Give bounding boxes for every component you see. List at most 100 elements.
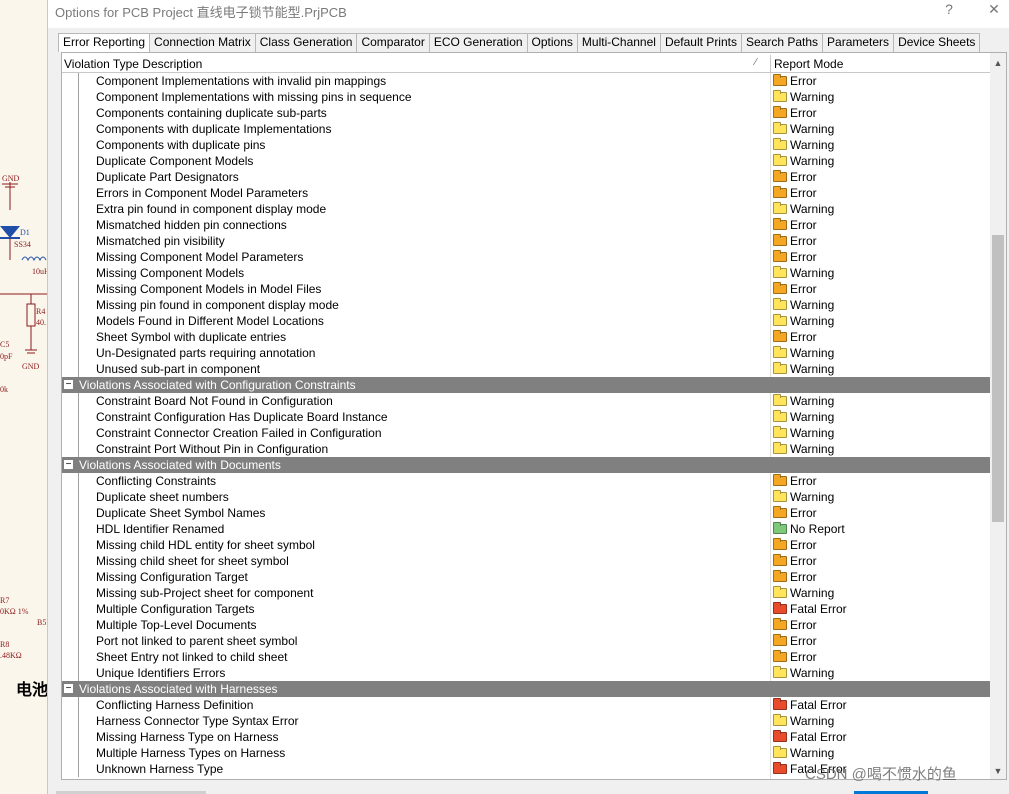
violation-row[interactable]: Harness Connector Type Syntax Error Warni… [62,713,990,729]
scrollbar-thumb[interactable] [992,235,1004,522]
collapse-toggle-icon[interactable]: − [64,380,73,390]
violation-row[interactable]: Un-Designated parts requiring annotation… [62,345,990,361]
violation-row[interactable]: Unused sub-part in component Warning [62,361,990,377]
column-header-mode[interactable]: Report Mode [774,57,843,71]
violation-row[interactable]: Component Implementations with missing p… [62,89,990,105]
report-mode-cell[interactable]: Warning [773,90,834,104]
report-mode-cell[interactable]: Warning [773,202,834,216]
violation-row[interactable]: Mismatched pin visibility Error [62,233,990,249]
violation-row[interactable]: Multiple Harness Types on Harness Warning [62,745,990,761]
violation-row[interactable]: Missing Component Model Parameters Error [62,249,990,265]
report-mode-cell[interactable]: Error [773,506,817,520]
violation-row[interactable]: Missing child sheet for sheet symbol Erro… [62,553,990,569]
tab-default-prints[interactable]: Default Prints [659,33,742,52]
report-mode-cell[interactable]: Error [773,186,817,200]
report-mode-cell[interactable]: Error [773,650,817,664]
violation-row[interactable]: Duplicate Component Models Warning [62,153,990,169]
tab-class-generation[interactable]: Class Generation [254,33,358,52]
report-mode-cell[interactable]: Warning [773,362,834,376]
report-mode-cell[interactable]: Warning [773,298,834,312]
report-mode-cell[interactable]: Error [773,234,817,248]
report-mode-cell[interactable]: Warning [773,138,834,152]
violation-row[interactable]: Unique Identifiers Errors Warning [62,665,990,681]
violation-row[interactable]: Components with duplicate pins Warning [62,137,990,153]
violation-row[interactable]: Constraint Port Without Pin in Configura… [62,441,990,457]
report-mode-cell[interactable]: Warning [773,122,834,136]
report-mode-cell[interactable]: Fatal Error [773,698,847,712]
violation-row[interactable]: Missing Harness Type on Harness Fatal Err… [62,729,990,745]
violation-row[interactable]: Multiple Top-Level Documents Error [62,617,990,633]
group-header-row[interactable]: − Violations Associated with Documents [62,457,990,473]
report-mode-cell[interactable]: Fatal Error [773,602,847,616]
report-mode-cell[interactable]: Error [773,554,817,568]
tab-comparator[interactable]: Comparator [356,33,430,52]
report-mode-cell[interactable]: Error [773,618,817,632]
report-mode-cell[interactable]: Error [773,538,817,552]
violation-row[interactable]: Constraint Board Not Found in Configurat… [62,393,990,409]
tab-multi-channel[interactable]: Multi-Channel [576,33,661,52]
report-mode-cell[interactable]: Warning [773,154,834,168]
violation-row[interactable]: Conflicting Harness Definition Fatal Erro… [62,697,990,713]
report-mode-cell[interactable]: Warning [773,346,834,360]
report-mode-cell[interactable]: Error [773,474,817,488]
violation-row[interactable]: Mismatched hidden pin connections Error [62,217,990,233]
group-header-row[interactable]: − Violations Associated with Harnesses [62,681,990,697]
report-mode-cell[interactable]: Warning [773,714,834,728]
violation-row[interactable]: Conflicting Constraints Error [62,473,990,489]
violation-row[interactable]: Sheet Entry not linked to child sheet Err… [62,649,990,665]
report-mode-cell[interactable]: Fatal Error [773,730,847,744]
violation-row[interactable]: Multiple Configuration Targets Fatal Erro… [62,601,990,617]
report-mode-cell[interactable]: Error [773,634,817,648]
violation-row[interactable]: Constraint Configuration Has Duplicate B… [62,409,990,425]
report-mode-cell[interactable]: Warning [773,442,834,456]
tab-parameters[interactable]: Parameters [822,33,895,52]
report-mode-cell[interactable]: Error [773,570,817,584]
report-mode-cell[interactable]: Warning [773,314,834,328]
report-mode-cell[interactable]: Error [773,250,817,264]
violation-row[interactable]: Components containing duplicate sub-part… [62,105,990,121]
report-mode-cell[interactable]: Error [773,218,817,232]
close-button[interactable]: ✕ [979,0,1009,18]
help-button[interactable]: ? [934,0,964,18]
violation-row[interactable]: Missing Configuration Target Error [62,569,990,585]
column-divider[interactable] [770,55,771,73]
report-mode-cell[interactable]: Warning [773,410,834,424]
report-mode-cell[interactable]: Error [773,74,817,88]
violation-row[interactable]: Errors in Component Model Parameters Erro… [62,185,990,201]
violation-row[interactable]: Models Found in Different Model Location… [62,313,990,329]
report-mode-cell[interactable]: Error [773,282,817,296]
violation-row[interactable]: Missing pin found in component display m… [62,297,990,313]
violation-row[interactable]: Missing Component Models Warning [62,265,990,281]
violation-row[interactable]: Sheet Symbol with duplicate entries Error [62,329,990,345]
violation-row[interactable]: Extra pin found in component display mod… [62,201,990,217]
violation-row[interactable]: Missing sub-Project sheet for component W… [62,585,990,601]
violation-row[interactable]: Component Implementations with invalid p… [62,73,990,89]
scroll-up-icon[interactable]: ▲ [990,55,1006,71]
group-header-row[interactable]: − Violations Associated with Configuratio… [62,377,990,393]
vertical-scrollbar[interactable]: ▲ ▼ [990,53,1006,779]
report-mode-cell[interactable]: Error [773,330,817,344]
report-mode-cell[interactable]: Error [773,170,817,184]
scroll-down-icon[interactable]: ▼ [990,763,1006,779]
violation-row[interactable]: Duplicate sheet numbers Warning [62,489,990,505]
violation-row[interactable]: Port not linked to parent sheet symbol Er… [62,633,990,649]
violation-row[interactable]: HDL Identifier Renamed No Report [62,521,990,537]
report-mode-cell[interactable]: Warning [773,746,834,760]
report-mode-cell[interactable]: Warning [773,490,834,504]
collapse-toggle-icon[interactable]: − [64,460,73,470]
report-mode-cell[interactable]: Error [773,106,817,120]
violation-row[interactable]: Missing child HDL entity for sheet symbo… [62,537,990,553]
report-mode-cell[interactable]: Warning [773,266,834,280]
violation-row[interactable]: Components with duplicate Implementation… [62,121,990,137]
report-mode-cell[interactable]: Warning [773,666,834,680]
tab-eco-generation[interactable]: ECO Generation [428,33,528,52]
tab-options[interactable]: Options [526,33,578,52]
tab-device-sheets[interactable]: Device Sheets [893,33,981,52]
violation-row[interactable]: Constraint Connector Creation Failed in … [62,425,990,441]
violation-row[interactable]: Duplicate Part Designators Error [62,169,990,185]
report-mode-cell[interactable]: Warning [773,426,834,440]
column-header-description[interactable]: Violation Type Description [64,57,202,71]
report-mode-cell[interactable]: Warning [773,586,834,600]
violation-row[interactable]: Duplicate Sheet Symbol Names Error [62,505,990,521]
violation-row[interactable]: Missing Component Models in Model Files E… [62,281,990,297]
